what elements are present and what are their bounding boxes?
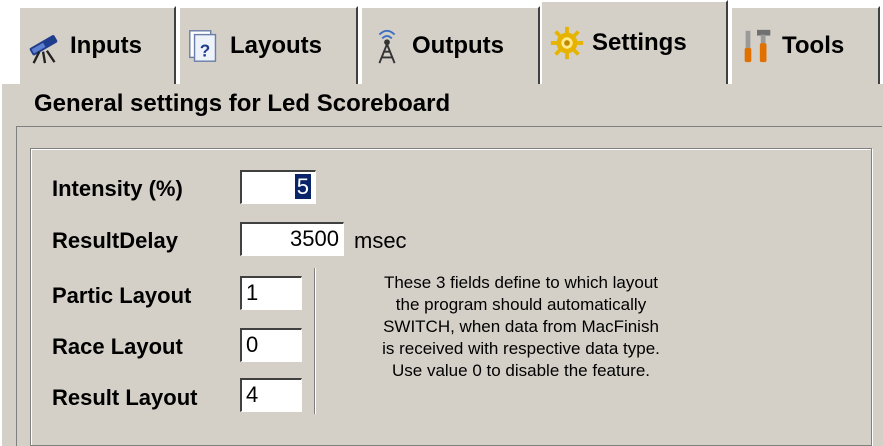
intensity-input[interactable]: 5: [240, 170, 316, 204]
tab-outputs[interactable]: Outputs: [360, 6, 540, 84]
svg-text:?: ?: [200, 41, 210, 60]
partic-layout-input[interactable]: 1: [240, 276, 302, 310]
result-layout-label: Result Layout: [52, 385, 198, 410]
divider: [314, 268, 316, 414]
tab-label: Settings: [592, 29, 687, 56]
antenna-icon: [378, 29, 396, 64]
tab-settings[interactable]: Settings: [540, 0, 728, 84]
result-delay-unit: msec: [354, 228, 407, 253]
help-line: Use value 0 to disable the feature.: [392, 361, 650, 380]
intensity-value: 5: [294, 174, 311, 199]
tools-icon: [744, 29, 771, 63]
help-line: the program should automatically: [395, 295, 647, 314]
help-pages-icon: ?: [189, 30, 217, 62]
help-line: is received with respective data type.: [382, 339, 660, 358]
telescope-icon: [29, 35, 58, 64]
result-delay-label: ResultDelay: [52, 228, 178, 253]
result-delay-input[interactable]: 3500: [240, 222, 344, 256]
tab-label: Layouts: [230, 32, 323, 59]
gear-icon: [550, 26, 584, 60]
panel-title: General settings for Led Scoreboard: [34, 90, 451, 117]
tab-bar: Inputs ? Layouts Outputs Settings Tools: [0, 0, 883, 84]
help-line: These 3 fields define to which layout: [383, 273, 659, 292]
race-layout-input[interactable]: 0: [240, 328, 302, 362]
layout-help-text: These 3 fields define to which layout th…: [328, 272, 714, 382]
help-line: SWITCH, when data from MacFinish: [383, 317, 659, 336]
intensity-label: Intensity (%): [52, 176, 183, 201]
tab-label: Outputs: [412, 32, 504, 59]
result-layout-input[interactable]: 4: [240, 378, 302, 412]
tab-label: Tools: [782, 32, 845, 59]
tab-inputs[interactable]: Inputs: [18, 6, 176, 84]
tab-tools[interactable]: Tools: [730, 6, 880, 84]
partic-layout-label: Partic Layout: [52, 283, 192, 308]
tab-label: Inputs: [70, 32, 142, 59]
tab-layouts[interactable]: ? Layouts: [178, 6, 358, 84]
race-layout-label: Race Layout: [52, 334, 183, 359]
